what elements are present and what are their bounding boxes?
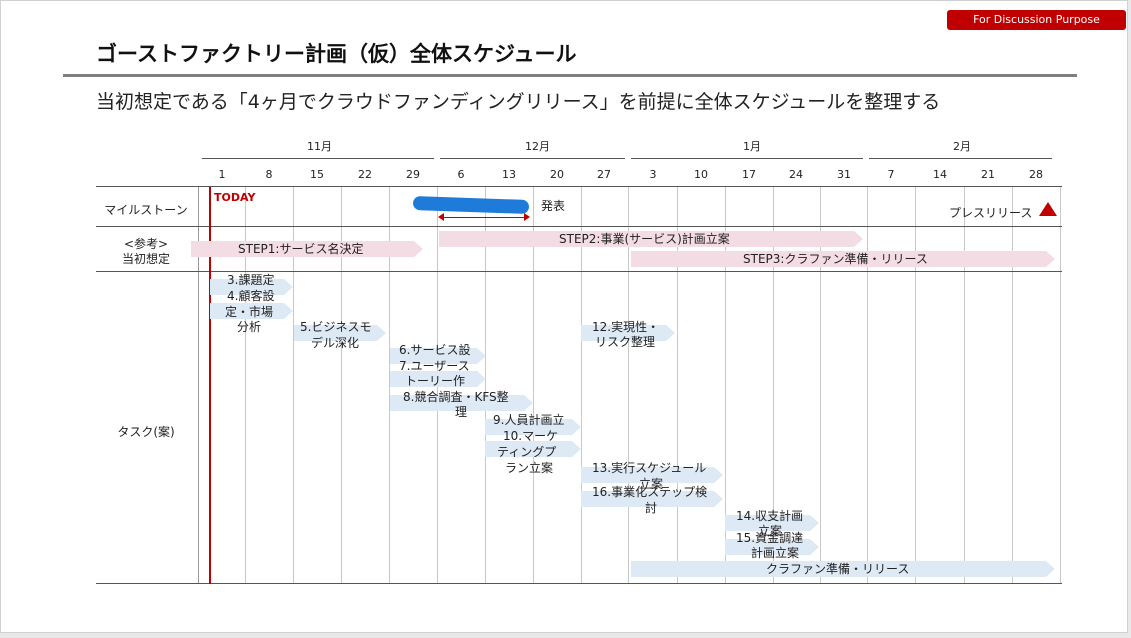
row-label-reference: <参考> 当初想定	[96, 237, 196, 267]
date-label: 13	[502, 168, 516, 181]
date-label: 8	[265, 168, 273, 181]
arrow-left-icon	[438, 213, 444, 221]
task-label: 6.サービス設	[399, 343, 471, 357]
milestone-announce: 発表	[541, 199, 566, 213]
date-label: 7	[887, 168, 895, 181]
task-label: 16.事業化ステップ検	[592, 485, 708, 499]
row-divider	[96, 271, 1062, 272]
task-label: 9.人員計画立	[493, 413, 565, 427]
task-label: 13.実行スケジュール	[592, 461, 707, 475]
date-label: 20	[550, 168, 564, 181]
week-gridline	[915, 187, 916, 584]
table-border-bottom	[96, 583, 1062, 584]
month-bracket	[440, 158, 625, 159]
page-subtitle: 当初想定である「4ヶ月でクラウドファンディングリリース」を前提に全体スケジュール…	[96, 91, 941, 113]
month-label: 12月	[525, 140, 550, 153]
task-label: 理	[455, 405, 468, 419]
task-label: 10.マーケ	[503, 429, 559, 443]
month-label: 2月	[953, 140, 971, 153]
row-divider	[96, 226, 1062, 227]
title-divider	[63, 74, 1077, 77]
date-label: 15	[310, 168, 324, 181]
task-label: 5.ビジネスモ	[300, 320, 372, 334]
row-label-reference-line: 当初想定	[121, 252, 170, 266]
milestone-triangle-icon	[1039, 202, 1057, 216]
row-label-tasks: タスク(案)	[117, 425, 175, 439]
announce-span-line	[443, 217, 525, 218]
step-label: STEP1:サービス名決定	[238, 242, 364, 256]
date-label: 3	[649, 168, 657, 181]
date-label: 14	[933, 168, 947, 181]
today-label: TODAY	[214, 191, 256, 204]
week-gridline	[1012, 187, 1013, 584]
task-label: リスク整理	[595, 335, 656, 349]
date-label: 27	[597, 168, 611, 181]
task-label: ティングプ	[497, 445, 557, 459]
date-label: 1	[218, 168, 226, 181]
task-label: 分析	[237, 320, 262, 334]
task-label: 8.競合調査・KFS整	[403, 390, 509, 404]
task-label: ラン立案	[505, 461, 554, 475]
date-label: 10	[694, 168, 708, 181]
task-label: デル深化	[311, 336, 360, 350]
task-label: 定・市場	[225, 305, 274, 319]
task-label: 12.実現性・	[592, 320, 660, 334]
month-bracket	[202, 158, 434, 159]
date-label: 21	[981, 168, 995, 181]
discussion-badge: For Discussion Purpose	[947, 10, 1126, 30]
task-label: 7.ユーザース	[399, 359, 470, 373]
month-bracket	[869, 158, 1052, 159]
slide: For Discussion Purpose ゴーストファクトリー計画（仮）全体…	[0, 0, 1128, 633]
week-gridline	[1060, 187, 1061, 584]
step-label: STEP3:クラファン準備・リリース	[743, 252, 928, 266]
task-label: 4.顧客設	[227, 289, 275, 303]
task-label: 3.課題定	[227, 273, 275, 287]
table-border-top	[96, 186, 1062, 187]
task-label: 15.資金調達	[736, 531, 804, 545]
date-label: 31	[837, 168, 851, 181]
date-label: 17	[742, 168, 756, 181]
task-label: クラファン準備・リリース	[766, 562, 910, 576]
redaction-scribble	[412, 195, 530, 215]
page-title: ゴーストファクトリー計画（仮）全体スケジュール	[96, 42, 577, 66]
task-label: トーリー作	[405, 374, 466, 388]
month-bracket	[631, 158, 863, 159]
milestone-press-release: プレスリリース	[949, 206, 1033, 220]
date-label: 22	[358, 168, 372, 181]
date-label: 29	[406, 168, 420, 181]
week-gridline	[964, 187, 965, 584]
month-label: 11月	[307, 140, 332, 153]
task-label: 討	[645, 501, 658, 515]
date-label: 6	[457, 168, 465, 181]
step-label: STEP2:事業(サービス)計画立案	[559, 232, 730, 246]
date-label: 24	[789, 168, 803, 181]
date-label: 28	[1029, 168, 1043, 181]
row-label-milestone: マイルストーン	[104, 203, 188, 217]
task-label: 計画立案	[751, 546, 800, 560]
task-label: 14.収支計画	[736, 509, 804, 523]
row-label-reference-line: <参考>	[123, 237, 169, 251]
month-label: 1月	[743, 140, 761, 153]
week-gridline	[867, 187, 868, 584]
arrow-right-icon	[524, 213, 530, 221]
